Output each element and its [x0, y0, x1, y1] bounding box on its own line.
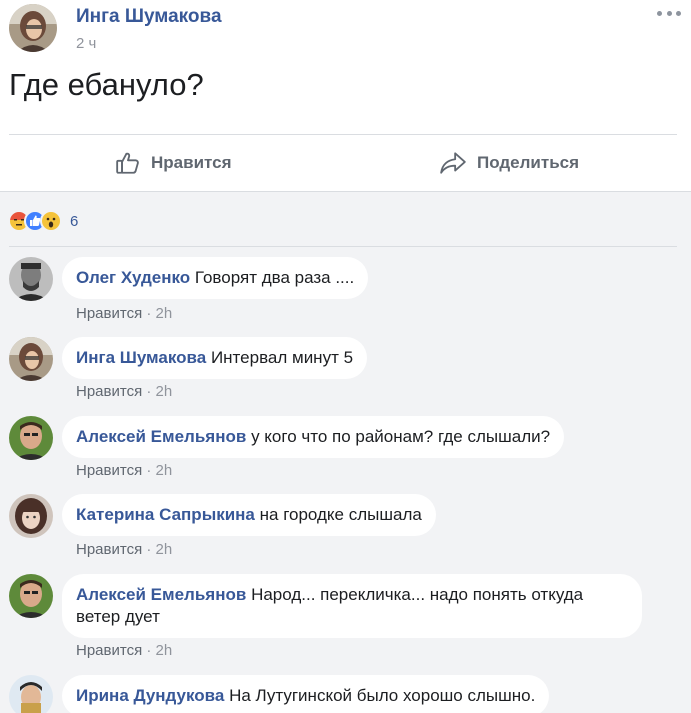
more-options-icon[interactable]: [657, 8, 681, 18]
wow-reaction-icon: [40, 210, 62, 232]
comment-author[interactable]: Катерина Сапрыкина: [76, 505, 255, 524]
comment-author[interactable]: Инга Шумакова: [76, 348, 206, 367]
comment-timestamp[interactable]: 2h: [156, 383, 173, 400]
post-card: Инга Шумакова 2 ч Где ебануло? Нравится …: [0, 0, 691, 713]
share-arrow-icon: [439, 151, 467, 175]
comment-bubble: Алексей Емельянов у кого что по районам?…: [62, 416, 565, 458]
comment-like-link[interactable]: Нравится: [76, 305, 142, 322]
comment-text: у кого что по районам? где слышали?: [251, 427, 551, 446]
comment-timestamp[interactable]: 2h: [156, 462, 173, 479]
meta-separator: ·: [146, 462, 152, 479]
comment-text: на городке слышала: [259, 505, 422, 524]
comment-timestamp[interactable]: 2h: [156, 642, 173, 659]
comment-bubble: Инга Шумакова Интервал минут 5: [62, 337, 368, 379]
author-avatar[interactable]: [9, 4, 57, 52]
reaction-count[interactable]: 6: [70, 213, 78, 230]
post-author-name[interactable]: Инга Шумакова: [76, 6, 222, 28]
post-header: Инга Шумакова 2 ч: [9, 4, 681, 56]
comment-bubble: Ирина Дундукова На Лутугинской было хоро…: [62, 675, 550, 713]
comment-timestamp[interactable]: 2h: [156, 305, 173, 322]
comment-bubble: Олег Худенко Говорят два раза ....: [62, 257, 369, 299]
comment-meta: Нравится · 2h: [76, 305, 172, 322]
share-button[interactable]: Поделиться: [439, 135, 579, 191]
post-action-bar: Нравится Поделиться: [9, 134, 677, 191]
comment-text: Интервал минут 5: [210, 348, 354, 367]
thumbs-up-icon: [115, 150, 141, 176]
comment-text: Говорят два раза ....: [194, 268, 355, 287]
comment-like-link[interactable]: Нравится: [76, 462, 142, 479]
like-button-label: Нравится: [151, 153, 232, 172]
comment-meta: Нравится · 2h: [76, 642, 172, 659]
meta-separator: ·: [146, 642, 152, 659]
comment-meta: Нравится · 2h: [76, 541, 172, 558]
comment-author[interactable]: Алексей Емельянов: [76, 427, 246, 446]
comment-author[interactable]: Олег Худенко: [76, 268, 190, 287]
comment-text: На Лутугинской было хорошо слышно.: [229, 686, 536, 705]
post-text: Где ебануло?: [9, 67, 204, 102]
commenter-avatar[interactable]: [9, 675, 53, 713]
comment-timestamp[interactable]: 2h: [156, 541, 173, 558]
share-button-label: Поделиться: [477, 153, 580, 172]
post-timestamp[interactable]: 2 ч: [76, 35, 96, 52]
comment-bubble: Катерина Сапрыкина на городке слышала: [62, 494, 436, 536]
comment-bubble: Алексей Емельянов Народ... перекличка...…: [62, 574, 642, 638]
meta-separator: ·: [146, 305, 152, 322]
reactions-summary[interactable]: 6: [8, 209, 78, 233]
comment-meta: Нравится · 2h: [76, 383, 172, 400]
comment-like-link[interactable]: Нравится: [76, 541, 142, 558]
commenter-avatar[interactable]: [9, 574, 53, 618]
commenter-avatar[interactable]: [9, 494, 53, 538]
commenter-avatar[interactable]: [9, 337, 53, 381]
comments-section: 6 Олег Худенко Говорят два раза .... Нра…: [0, 191, 691, 713]
meta-separator: ·: [146, 383, 152, 400]
meta-separator: ·: [146, 541, 152, 558]
commenter-avatar[interactable]: [9, 257, 53, 301]
comment-like-link[interactable]: Нравится: [76, 383, 142, 400]
comment-meta: Нравится · 2h: [76, 462, 172, 479]
comment-author[interactable]: Ирина Дундукова: [76, 686, 224, 705]
like-button[interactable]: Нравится: [115, 135, 232, 191]
commenter-avatar[interactable]: [9, 416, 53, 460]
comment-like-link[interactable]: Нравится: [76, 642, 142, 659]
divider: [9, 246, 677, 247]
comment-author[interactable]: Алексей Емельянов: [76, 585, 246, 604]
